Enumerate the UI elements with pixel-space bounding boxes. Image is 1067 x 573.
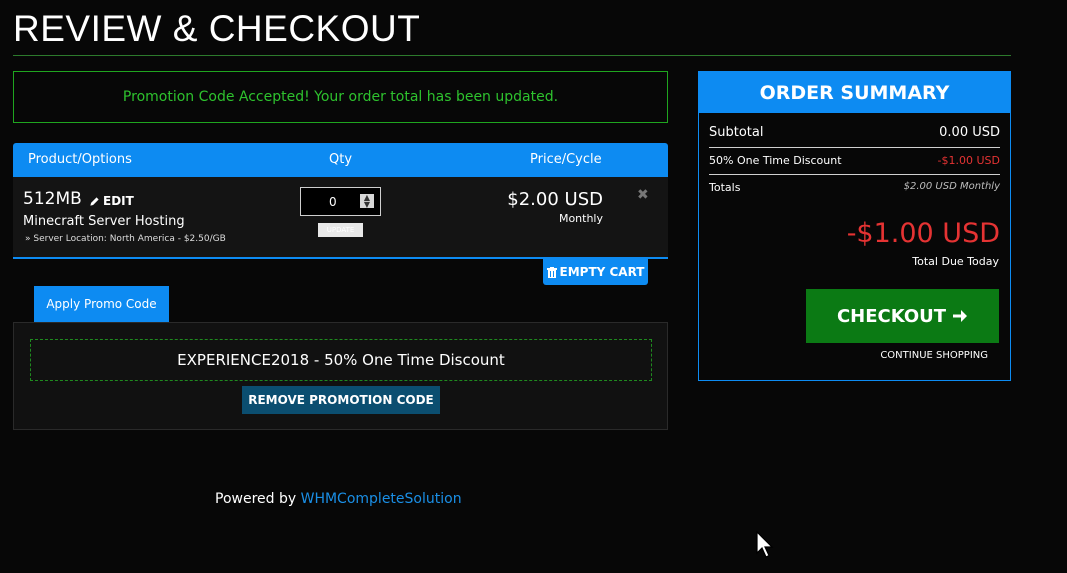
cart-table-header: Product/Options Qty Price/Cycle <box>13 143 668 177</box>
promo-tab-label: Apply Promo Code <box>46 297 157 311</box>
order-summary-title: ORDER SUMMARY <box>699 72 1010 113</box>
alert-message: Promotion Code Accepted! Your order tota… <box>122 89 559 105</box>
subtotal-label: Subtotal <box>709 125 764 140</box>
subtotal-value: 0.00 USD <box>939 125 1000 140</box>
item-price: $2.00 USD <box>507 189 603 210</box>
edit-label: EDIT <box>103 194 134 208</box>
summary-divider <box>709 174 1000 175</box>
header-qty: Qty <box>329 152 353 167</box>
order-summary-panel: ORDER SUMMARY Subtotal 0.00 USD 50% One … <box>698 71 1011 381</box>
total-due-amount: -$1.00 USD <box>846 218 1000 249</box>
quantity-value: 0 <box>329 195 337 209</box>
header-price: Price/Cycle <box>530 152 602 167</box>
powered-prefix: Powered by <box>215 491 297 507</box>
remove-promotion-button[interactable]: REMOVE PROMOTION CODE <box>242 386 440 414</box>
item-cycle: Monthly <box>558 212 603 225</box>
remove-promo-label: REMOVE PROMOTION CODE <box>248 393 434 407</box>
totals-label: Totals <box>709 181 741 194</box>
summary-divider <box>709 147 1000 148</box>
item-config: » Server Location: North America - $2.50… <box>25 234 226 244</box>
title-divider <box>13 55 1011 56</box>
empty-cart-label: EMPTY CART <box>559 265 645 279</box>
applied-promo-text: EXPERIENCE2018 - 50% One Time Discount <box>177 351 505 369</box>
discount-value: -$1.00 USD <box>937 154 1000 167</box>
mouse-cursor-icon <box>756 531 774 558</box>
tab-apply-promo-code[interactable]: Apply Promo Code <box>34 286 169 322</box>
item-group: Minecraft Server Hosting <box>23 214 185 229</box>
continue-shopping-link[interactable]: CONTINUE SHOPPING <box>880 350 988 361</box>
quantity-input[interactable]: 0 ▲ ▼ <box>300 187 381 216</box>
trash-icon <box>546 266 557 278</box>
item-name: 512MB <box>23 189 82 209</box>
remove-x-icon[interactable]: ✖ <box>637 187 649 203</box>
whmcs-link[interactable]: WHMCompleteSolution <box>301 491 462 507</box>
powered-by: Powered by WHMCompleteSolution <box>215 491 462 507</box>
promo-panel: EXPERIENCE2018 - 50% One Time Discount R… <box>13 322 668 430</box>
spinner-arrows-icon[interactable]: ▲ ▼ <box>360 194 374 209</box>
header-product: Product/Options <box>28 152 132 167</box>
checkout-button[interactable]: CHECKOUT <box>806 289 999 343</box>
page-title: REVIEW & CHECKOUT <box>13 8 421 49</box>
update-button[interactable]: UPDATE <box>318 223 363 237</box>
applied-promo-box: EXPERIENCE2018 - 50% One Time Discount <box>30 339 652 381</box>
totals-value: $2.00 USD Monthly <box>903 181 1000 192</box>
promo-success-alert: Promotion Code Accepted! Your order tota… <box>13 71 668 123</box>
pencil-icon <box>90 196 99 206</box>
edit-item-link[interactable]: EDIT <box>89 194 134 208</box>
empty-cart-button[interactable]: EMPTY CART <box>543 259 648 285</box>
discount-label: 50% One Time Discount <box>709 154 842 167</box>
arrow-right-icon <box>953 310 968 322</box>
checkout-label: CHECKOUT <box>836 305 947 327</box>
cart-item-row: 512MB EDIT Minecraft Server Hosting » Se… <box>13 177 668 259</box>
total-due-label: Total Due Today <box>912 255 999 268</box>
